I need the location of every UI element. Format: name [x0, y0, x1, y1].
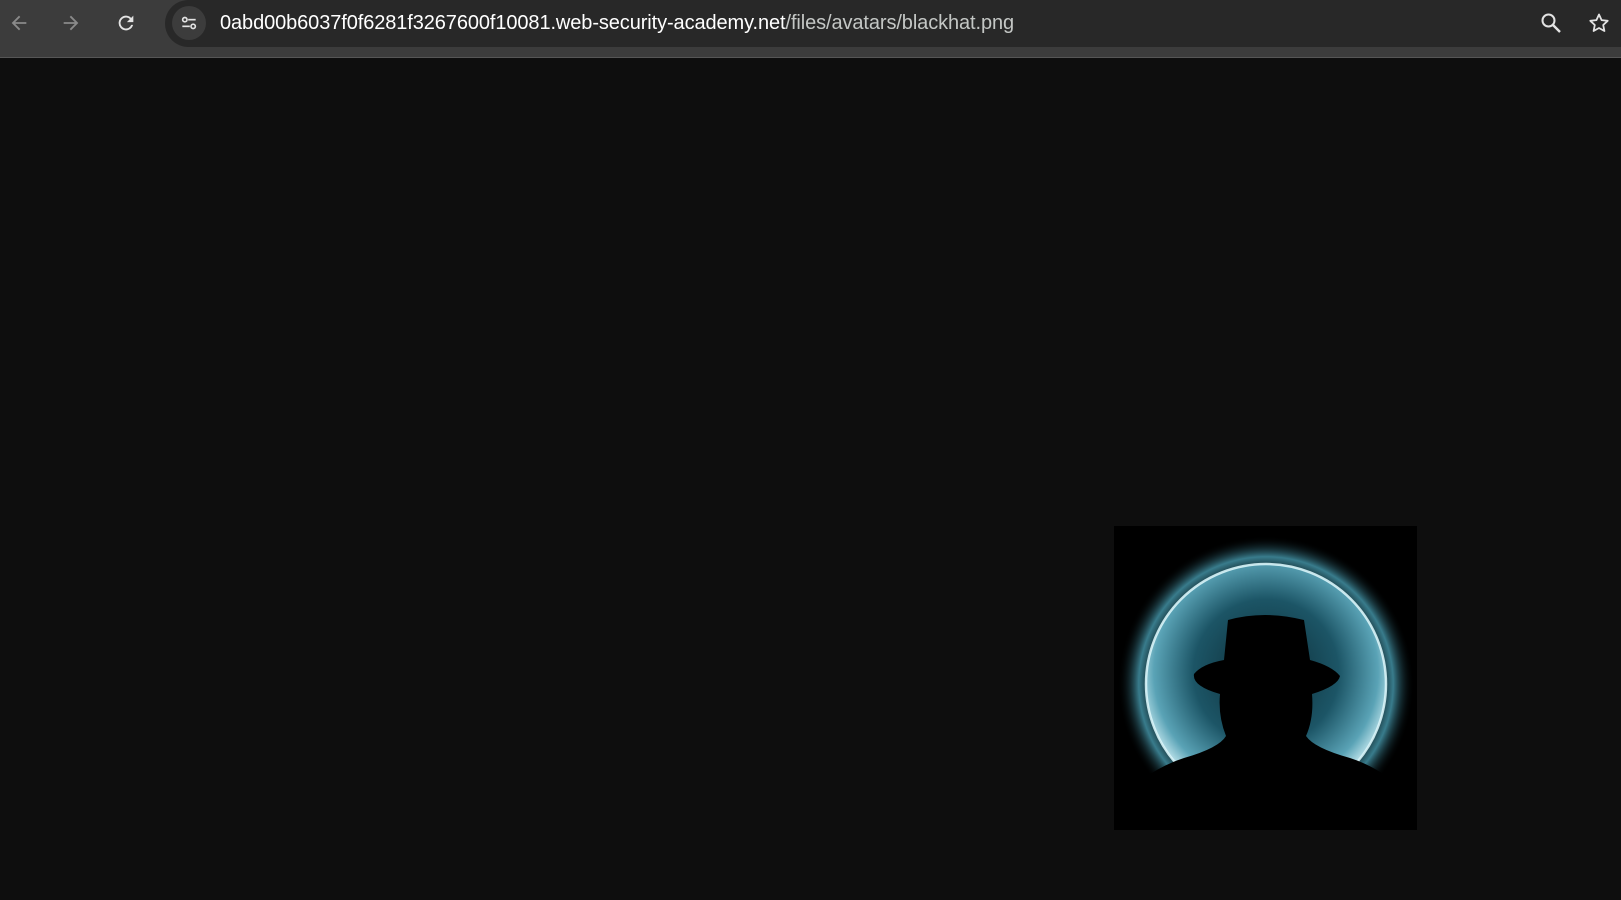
arrow-right-icon — [63, 15, 79, 31]
url-host: 0abd00b6037f0f6281f3267600f10081.web-sec… — [220, 12, 786, 34]
browser-toolbar: 0abd00b6037f0f6281f3267600f10081.web-sec… — [0, 0, 1621, 58]
page-viewport — [0, 58, 1621, 900]
blackhat-silhouette-icon — [1114, 526, 1417, 830]
bookmark-button[interactable] — [1583, 7, 1615, 39]
reload-icon — [118, 15, 134, 31]
forward-button[interactable] — [55, 7, 87, 39]
url-text: 0abd00b6037f0f6281f3267600f10081.web-sec… — [220, 11, 1014, 35]
zoom-button[interactable] — [1535, 7, 1567, 39]
back-button[interactable] — [3, 7, 35, 39]
blackhat-avatar-image — [1114, 526, 1417, 830]
reload-button[interactable] — [110, 7, 142, 39]
arrow-left-icon — [11, 15, 27, 31]
magnifier-icon — [1541, 13, 1561, 33]
tune-icon — [181, 16, 197, 30]
address-bar[interactable]: 0abd00b6037f0f6281f3267600f10081.web-sec… — [165, 0, 1621, 47]
site-info-button[interactable] — [172, 6, 206, 40]
url-path: /files/avatars/blackhat.png — [785, 12, 1015, 34]
star-icon — [1589, 13, 1609, 32]
